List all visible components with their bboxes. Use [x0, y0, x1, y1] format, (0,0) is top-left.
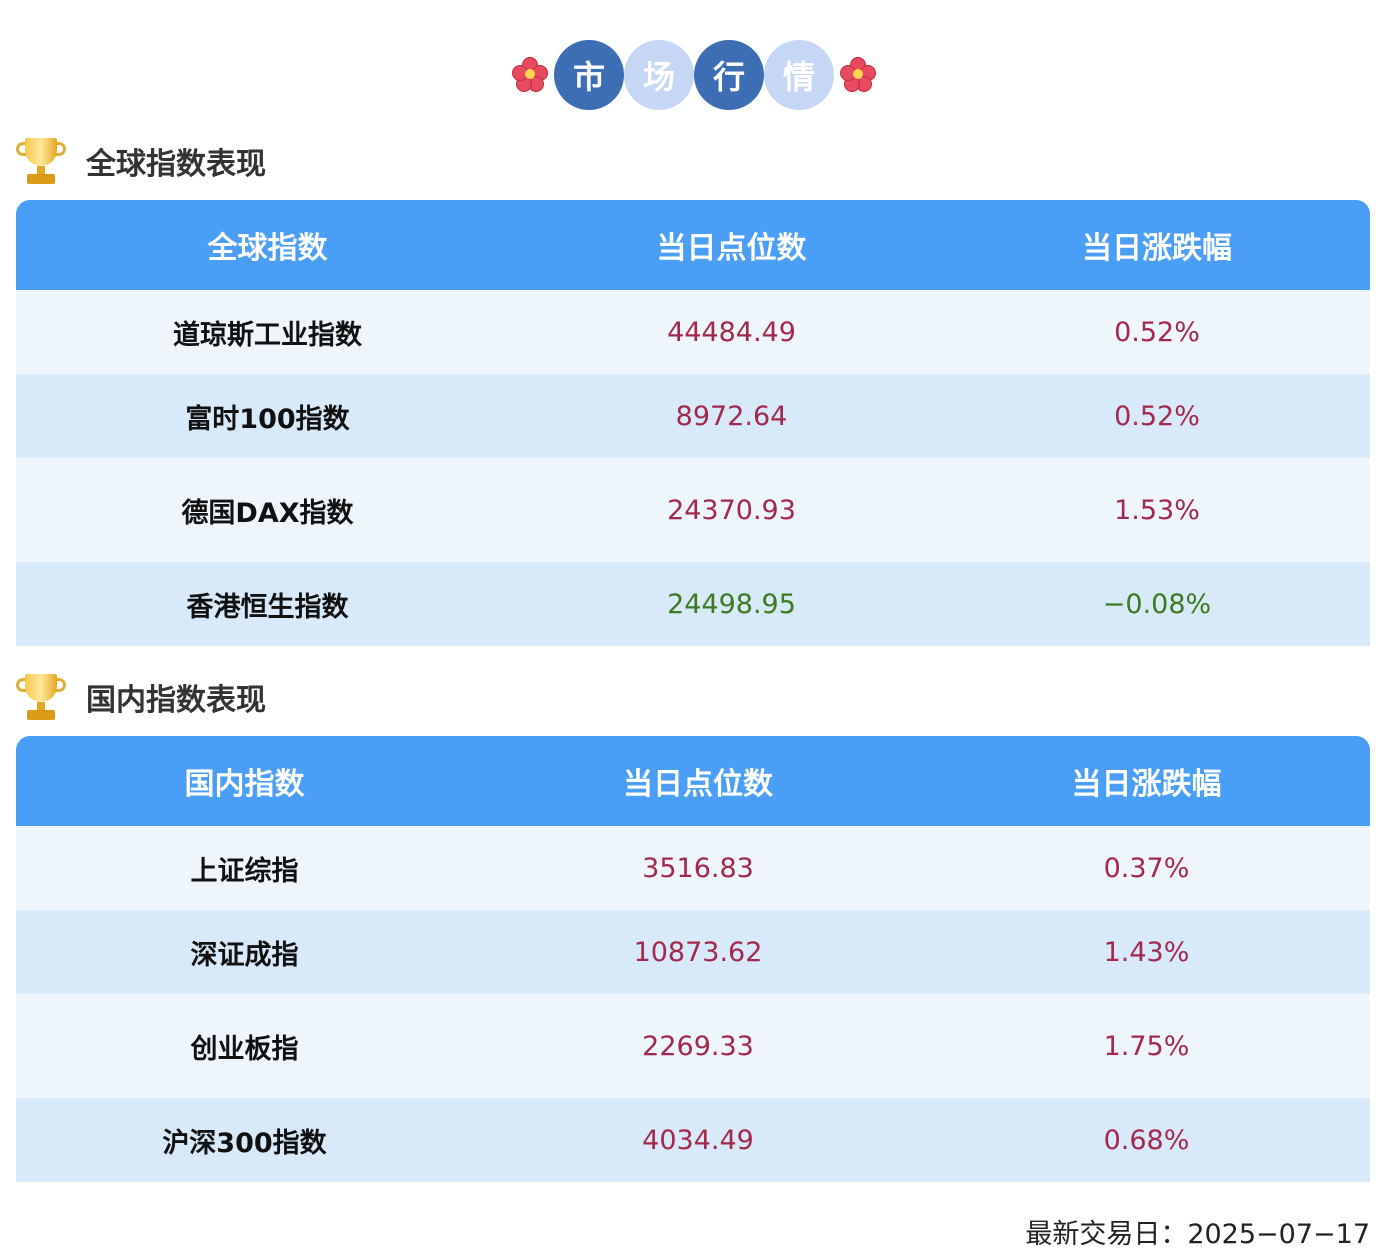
title-char-4: 情 [764, 40, 834, 110]
index-name: 富时100指数 [185, 403, 350, 435]
index-change: 0.52% [1114, 316, 1200, 348]
table-row: 上证综指 3516.83 0.37% [16, 826, 1370, 910]
column-header-index: 全球指数 [207, 231, 328, 266]
domestic-section-title: 国内指数表现 [16, 670, 266, 724]
domestic-table-header: 国内指数 当日点位数 当日涨跌幅 [16, 736, 1370, 826]
column-header-index: 国内指数 [184, 767, 305, 802]
index-points: 10873.62 [633, 936, 763, 968]
plum-blossom-icon [840, 57, 876, 93]
table-row: 创业板指 2269.33 1.75% [16, 994, 1370, 1098]
column-header-change: 当日涨跌幅 [1071, 767, 1222, 802]
index-change: 1.53% [1114, 494, 1200, 526]
index-points: 44484.49 [667, 316, 796, 348]
latest-trading-date: 最新交易日：2025−07−17 [1025, 1219, 1370, 1250]
index-points: 3516.83 [642, 852, 754, 884]
column-header-points: 当日点位数 [623, 767, 773, 802]
table-row: 德国DAX指数 24370.93 1.53% [16, 458, 1370, 562]
index-name: 上证综指 [190, 855, 299, 887]
global-index-table: 全球指数 当日点位数 当日涨跌幅 道琼斯工业指数 44484.49 0.52% … [16, 200, 1370, 646]
title-char-1: 市 [554, 40, 624, 110]
index-change: 1.75% [1103, 1030, 1190, 1062]
table-row: 深证成指 10873.62 1.43% [16, 910, 1370, 994]
title-char-2: 场 [624, 40, 694, 110]
title-char-3: 行 [694, 40, 764, 110]
index-points: 8972.64 [675, 400, 788, 432]
index-name: 道琼斯工业指数 [173, 319, 362, 351]
index-name: 德国DAX指数 [181, 497, 354, 529]
table-row: 沪深300指数 4034.49 0.68% [16, 1098, 1370, 1182]
index-name: 沪深300指数 [162, 1127, 327, 1159]
index-change: 0.68% [1103, 1124, 1190, 1156]
domestic-index-table: 国内指数 当日点位数 当日涨跌幅 上证综指 3516.83 0.37% 深证成指… [16, 736, 1370, 1182]
global-section-title: 全球指数表现 [16, 134, 266, 188]
index-change: −0.08% [1102, 588, 1212, 620]
table-row: 富时100指数 8972.64 0.52% [16, 374, 1370, 458]
table-row: 道琼斯工业指数 44484.49 0.52% [16, 290, 1370, 374]
index-points: 24498.95 [667, 588, 796, 620]
global-section-label: 全球指数表现 [86, 147, 266, 182]
index-points: 2269.33 [642, 1030, 754, 1062]
domestic-section-label: 国内指数表现 [86, 683, 266, 718]
column-header-points: 当日点位数 [656, 231, 807, 266]
table-row: 香港恒生指数 24498.95 −0.08% [16, 562, 1370, 646]
index-name: 深证成指 [190, 939, 299, 971]
global-table-header: 全球指数 当日点位数 当日涨跌幅 [16, 200, 1370, 290]
page-header: 市 场 行 情 [0, 40, 1388, 110]
column-header-change: 当日涨跌幅 [1082, 231, 1232, 266]
index-change: 0.52% [1114, 400, 1200, 432]
index-points: 4034.49 [642, 1124, 754, 1156]
trophy-icon [16, 136, 66, 186]
index-points: 24370.93 [667, 494, 796, 526]
plum-blossom-icon [512, 57, 548, 93]
index-change: 1.43% [1103, 936, 1190, 968]
trophy-icon [16, 672, 66, 722]
index-name: 创业板指 [190, 1033, 299, 1065]
index-change: 0.37% [1103, 852, 1190, 884]
index-name: 香港恒生指数 [186, 591, 349, 623]
